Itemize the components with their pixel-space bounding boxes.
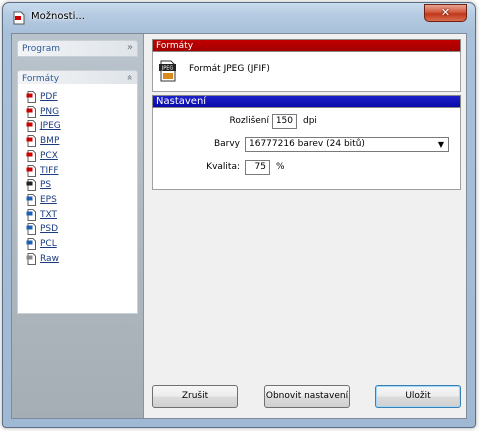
format-item-pcl[interactable]: PCL [26,237,57,251]
resolution-label: Rozlišení [229,116,269,126]
quality-input[interactable]: 75 [245,160,270,175]
format-item-label[interactable]: PDF [40,92,58,102]
group-title-program: Program [22,44,60,54]
format-item-pcx[interactable]: PCX [26,149,58,163]
document-icon [26,164,36,177]
chevron-up-icon[interactable]: » [124,74,135,80]
jpeg-file-icon: JPEG [159,60,176,82]
format-item-psd[interactable]: PSD [26,222,58,236]
document-icon [26,252,36,265]
document-icon [26,105,36,118]
format-item-label[interactable]: PS [40,180,51,190]
resolution-unit: dpi [303,116,317,126]
close-icon: ✕ [440,6,451,19]
nastaveni-panel-header: Nastavení [152,95,461,108]
options-window: Možnosti... ✕ Program » Formáty » PDF PNG… [2,2,476,428]
format-name: Formát JPEG (JFIF) [189,64,270,74]
group-title-formaty: Formáty [22,74,60,84]
format-item-bmp[interactable]: BMP [26,134,59,148]
title-bar[interactable]: Možnosti... ✕ [3,3,475,33]
quality-unit: % [276,162,285,172]
format-item-eps[interactable]: EPS [26,193,57,207]
document-icon [26,149,36,162]
group-header-program[interactable]: Program » [17,40,138,57]
format-item-pdf[interactable]: PDF [26,90,58,104]
formaty-panel: JPEG Formát JPEG (JFIF) [152,52,461,92]
formats-list: PDF PNG JPEG BMP PCX TIFF PS EPS TXT PSD PCL Raw [17,84,138,314]
chevron-down-icon[interactable]: » [127,42,133,53]
format-item-label[interactable]: TXT [40,210,57,220]
document-icon [26,135,36,147]
document-icon [26,208,36,221]
window-title: Možnosti... [31,11,85,22]
format-item-png[interactable]: PNG [26,105,59,119]
nastaveni-panel: Rozlišení 150 dpi Barvy 16777216 barev (… [152,108,461,190]
document-icon [26,193,36,206]
formaty-panel-header: Formáty [152,39,461,52]
colors-select-value: 16777216 barev (24 bitů) [249,139,365,149]
document-icon [26,179,36,192]
format-item-label[interactable]: Raw [40,254,59,264]
format-item-label[interactable]: PCX [40,151,58,161]
dropdown-arrow-icon[interactable]: ▼ [438,138,444,151]
format-item-raw[interactable]: Raw [26,252,59,266]
colors-label: Barvy [213,139,240,149]
app-document-icon [13,11,25,25]
quality-label: Kvalita: [206,162,240,172]
format-item-label[interactable]: BMP [40,136,59,146]
format-item-label[interactable]: TIFF [40,166,59,176]
format-item-ps[interactable]: PS [26,178,51,192]
format-item-label[interactable]: PSD [40,224,58,234]
format-item-txt[interactable]: TXT [26,208,57,222]
left-navigation-pane: Program » Formáty » PDF PNG JPEG BMP PCX TIFF… [12,34,144,418]
format-item-label[interactable]: JPEG [40,121,61,131]
format-item-jpeg[interactable]: JPEG [26,119,61,133]
document-icon [26,91,36,103]
close-button[interactable]: ✕ [424,4,467,22]
format-item-tiff[interactable]: TIFF [26,164,59,178]
reset-settings-button[interactable]: Obnovit nastavení [264,385,350,408]
format-item-label[interactable]: EPS [40,195,57,205]
document-icon [26,120,36,133]
resolution-input[interactable]: 150 [272,114,297,129]
cancel-button[interactable]: Zrušit [152,385,238,408]
format-item-label[interactable]: PNG [40,107,59,117]
jpeg-icon-label: JPEG [161,66,174,72]
save-button[interactable]: Uložit [375,385,461,408]
document-icon [26,238,36,250]
format-item-label[interactable]: PCL [40,239,57,249]
dialog-client-area: Program » Formáty » PDF PNG JPEG BMP PCX TIFF… [11,33,467,419]
document-icon [26,223,36,236]
colors-select[interactable]: 16777216 barev (24 bitů) ▼ [245,137,449,152]
